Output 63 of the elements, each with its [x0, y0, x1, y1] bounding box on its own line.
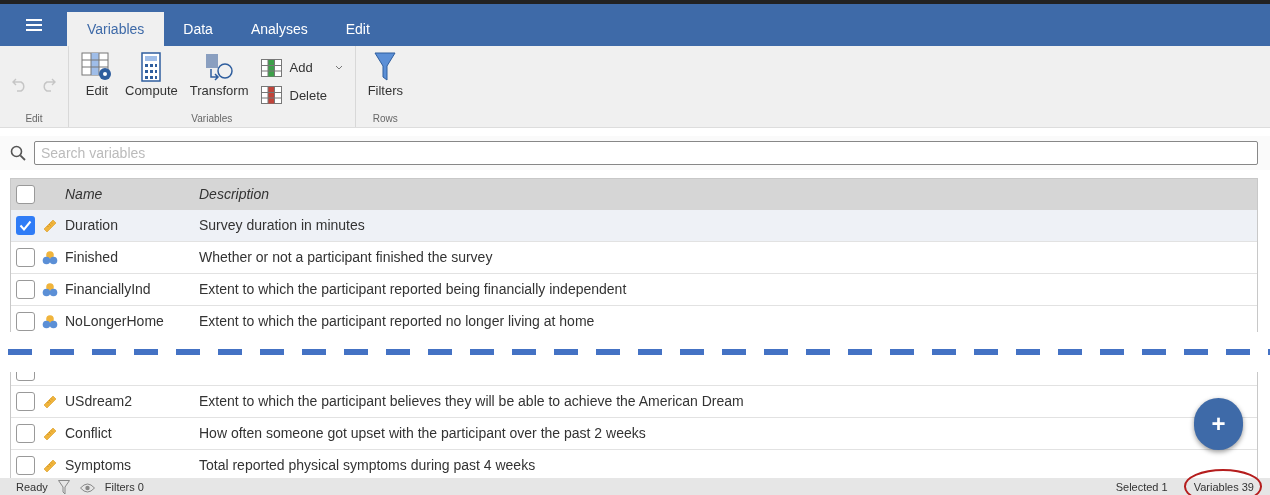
undo-icon [12, 76, 28, 92]
delete-column-icon [260, 86, 282, 105]
redo-icon [40, 76, 56, 92]
search-icon [10, 145, 26, 161]
ruler-icon [43, 394, 57, 409]
table-cell-text: Survey duration in minutes [199, 216, 365, 235]
add-button[interactable]: Add [260, 58, 343, 78]
circles-icon [42, 250, 58, 265]
table-cell-text: NoLongerHome [65, 312, 165, 331]
ruler-icon [43, 426, 57, 441]
checkbox[interactable] [16, 392, 35, 411]
group-label: Variables [191, 113, 233, 125]
selected-count: Selected 1 [1115, 480, 1168, 495]
add-column-icon [260, 58, 282, 77]
checkbox[interactable] [16, 312, 35, 331]
transform-icon [204, 52, 235, 82]
funnel-icon [374, 52, 397, 82]
ruler-icon [43, 218, 57, 233]
checkbox[interactable] [16, 424, 35, 443]
tab[interactable]: Edit [326, 12, 389, 46]
checkbox[interactable] [16, 216, 35, 235]
search-field[interactable]: Search variables [34, 141, 1258, 165]
table-cell-text: Finished [65, 248, 119, 267]
table-cell-text: Extent to which the participant reported no longer living at home [199, 312, 595, 331]
delete-button[interactable]: Delete [260, 85, 343, 105]
table-cell-text: Conflict [65, 424, 113, 443]
ruler-icon [43, 458, 57, 473]
checkbox[interactable] [16, 248, 35, 267]
table-cell-text: Extent to which the participant reported being financially independent [199, 280, 627, 299]
circles-icon [42, 282, 58, 297]
table-cell-text: Total reported physical symptoms during past 4 weeks [199, 456, 536, 475]
calculator-icon [141, 52, 162, 82]
table-cell-text: FinanciallyInd [65, 280, 152, 299]
filter-icon [57, 480, 70, 495]
group-label: Rows [372, 113, 398, 125]
tab[interactable]: Variables [67, 12, 165, 46]
tab[interactable]: Analyses [231, 12, 327, 46]
checkbox[interactable] [16, 185, 35, 204]
table-gear-icon [81, 52, 113, 82]
table-cell-text: Extent to which the participant believes they will be able to achieve the American Dream [199, 392, 744, 411]
checkbox[interactable] [16, 456, 35, 475]
transform-button[interactable]: Transform [189, 52, 249, 99]
caret-icon [334, 65, 343, 71]
check-icon [19, 220, 32, 231]
table-cell-text: Duration [65, 216, 119, 235]
filters-count: Filters 0 [104, 480, 144, 495]
checkbox[interactable] [16, 280, 35, 299]
group-label: Edit [25, 113, 43, 125]
table-cell-text: How often someone got upset with the participant over the past 2 weeks [199, 424, 646, 443]
eye-icon [79, 482, 95, 493]
status-text: Ready [16, 480, 48, 495]
table-cell-text: USdream2 [65, 392, 133, 411]
edit-button[interactable]: Edit [81, 52, 113, 99]
menu-icon [25, 19, 42, 31]
tab[interactable]: Data [164, 12, 232, 46]
compute-button[interactable]: Compute [125, 52, 178, 99]
column-header: Description [199, 185, 270, 204]
filters-button[interactable]: Filters [367, 52, 404, 99]
circles-icon [42, 314, 58, 329]
table-cell-text: Symptoms [65, 456, 133, 475]
table-cell-text: Whether or not a participant finished the survey [199, 248, 493, 267]
column-header: Name [65, 185, 104, 204]
variables-count: Variables 39 [1193, 479, 1254, 495]
